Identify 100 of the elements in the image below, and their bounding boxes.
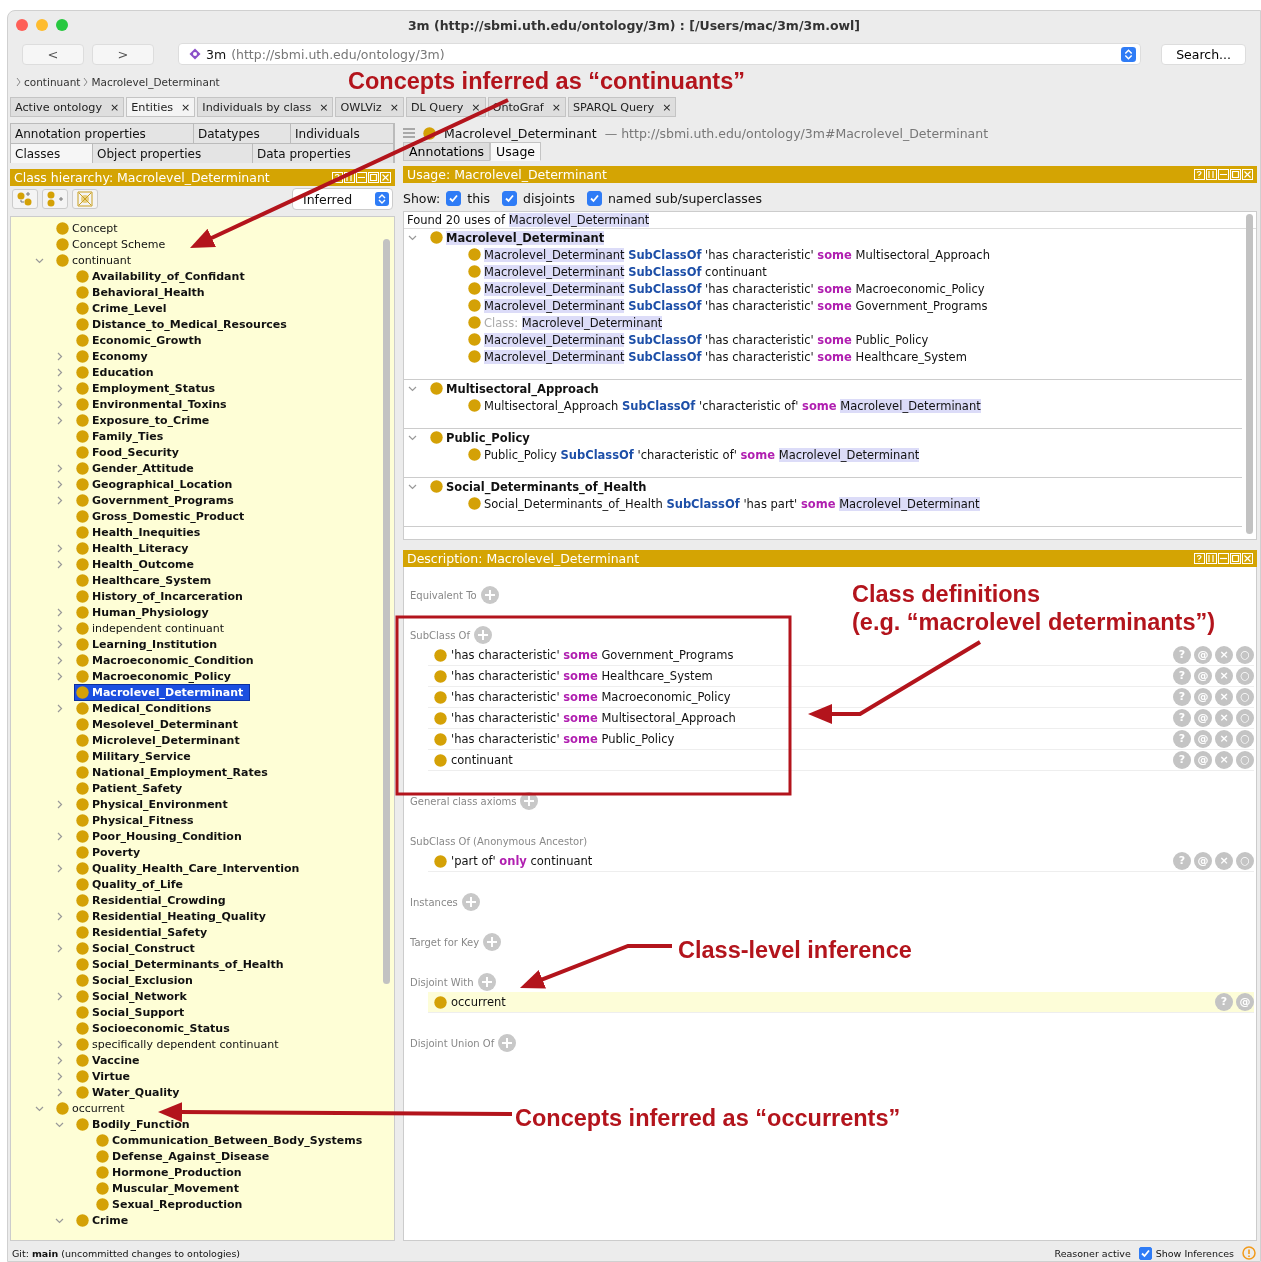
chevron-right-icon[interactable]: [55, 351, 64, 361]
scrollbar[interactable]: [1246, 214, 1253, 534]
chevron-down-icon[interactable]: [408, 233, 417, 242]
tree-item[interactable]: Health_Literacy: [75, 540, 190, 556]
add-subclass-button[interactable]: [12, 189, 38, 209]
tree-item[interactable]: Concept Scheme: [55, 236, 167, 252]
chevron-right-icon[interactable]: [55, 639, 64, 649]
tree-item[interactable]: National_Employment_Rates: [75, 764, 269, 780]
tree-item[interactable]: Distance_to_Medical_Resources: [75, 316, 288, 332]
tab[interactable]: DL Query ×: [405, 97, 486, 117]
tree-item[interactable]: Social_Support: [75, 1004, 186, 1020]
chevron-right-icon[interactable]: [55, 463, 64, 473]
ontology-address-field[interactable]: 3m (http://sbmi.uth.edu/ontology/3m): [178, 43, 1142, 65]
chevron-right-icon[interactable]: [55, 863, 64, 873]
close-icon[interactable]: [1242, 553, 1253, 564]
tree-item[interactable]: Social_Exclusion: [75, 972, 194, 988]
delete-class-button[interactable]: [72, 189, 98, 209]
tree-item[interactable]: Social_Determinants_of_Health: [75, 956, 285, 972]
tree-item[interactable]: Hormone_Production: [95, 1164, 243, 1180]
tree-item[interactable]: Residential_Heating_Quality: [75, 908, 268, 924]
tree-item[interactable]: Military_Service: [75, 748, 192, 764]
tree-item[interactable]: Medical_Conditions: [75, 700, 213, 716]
breadcrumb-item[interactable]: continuant: [24, 76, 81, 88]
chevron-right-icon[interactable]: [55, 655, 64, 665]
chevron-down-icon[interactable]: [408, 482, 417, 491]
tab[interactable]: Entities ×: [126, 97, 196, 117]
maximize-icon[interactable]: [368, 172, 379, 183]
scrollbar[interactable]: [383, 239, 390, 984]
chevron-right-icon[interactable]: [55, 559, 64, 569]
tree-item[interactable]: specifically dependent continuant: [75, 1036, 280, 1052]
tree-item[interactable]: Physical_Fitness: [75, 812, 195, 828]
tree-item[interactable]: Environmental_Toxins: [75, 396, 228, 412]
tree-item[interactable]: Geographical_Location: [75, 476, 234, 492]
chevron-right-icon[interactable]: [55, 703, 64, 713]
minimize-icon[interactable]: [1218, 553, 1229, 564]
tree-item[interactable]: Macroeconomic_Policy: [75, 668, 232, 684]
tree-item[interactable]: independent continuant: [75, 620, 226, 636]
tab[interactable]: OWLViz ×: [335, 97, 404, 117]
tree-item[interactable]: Water_Quality: [75, 1084, 181, 1100]
tree-item[interactable]: Behavioral_Health: [75, 284, 206, 300]
breadcrumb-item[interactable]: Macrolevel_Determinant: [91, 76, 220, 88]
tree-item[interactable]: Sexual_Reproduction: [95, 1196, 244, 1212]
search-button[interactable]: Search...: [1161, 43, 1246, 65]
tree-item[interactable]: Virtue: [75, 1068, 132, 1084]
close-button[interactable]: [16, 19, 28, 31]
menu-icon[interactable]: [403, 128, 415, 138]
tree-item[interactable]: Vaccine: [75, 1052, 141, 1068]
maximize-icon[interactable]: [1230, 553, 1241, 564]
tree-item[interactable]: Poverty: [75, 844, 142, 860]
chevron-right-icon[interactable]: [55, 991, 64, 1001]
tab[interactable]: Usage: [490, 142, 541, 161]
chevron-down-icon[interactable]: [408, 433, 417, 442]
chevron-right-icon[interactable]: [55, 543, 64, 553]
close-icon[interactable]: [380, 172, 391, 183]
tree-item[interactable]: Family_Ties: [75, 428, 165, 444]
tree-item[interactable]: Health_Inequities: [75, 524, 202, 540]
tab[interactable]: Active ontology ×: [10, 97, 125, 117]
tab[interactable]: Annotations: [403, 142, 491, 161]
tree-item[interactable]: Bodily_Function: [75, 1116, 191, 1132]
chevron-right-icon[interactable]: [55, 1087, 64, 1097]
add-icon[interactable]: [520, 792, 539, 810]
tree-item[interactable]: continuant: [55, 252, 133, 268]
tree-item[interactable]: Social_Construct: [75, 940, 196, 956]
tree-item[interactable]: Availability_of_Confidant: [75, 268, 246, 284]
checkbox[interactable]: [586, 190, 602, 206]
chevron-right-icon[interactable]: [55, 495, 64, 505]
chevron-right-icon[interactable]: [55, 831, 64, 841]
close-icon[interactable]: [1242, 169, 1253, 180]
checkbox[interactable]: [502, 190, 518, 206]
forward-button[interactable]: >: [92, 43, 154, 65]
tree-item[interactable]: Physical_Environment: [75, 796, 229, 812]
tree-item[interactable]: Microlevel_Determinant: [75, 732, 241, 748]
minimize-button[interactable]: [36, 19, 48, 31]
chevron-right-icon[interactable]: [55, 1071, 64, 1081]
tree-item[interactable]: Quality_Health_Care_Intervention: [75, 860, 301, 876]
tree-item[interactable]: Economy: [75, 348, 149, 364]
tree-item[interactable]: Poor_Housing_Condition: [75, 828, 243, 844]
chevron-right-icon[interactable]: [55, 1039, 64, 1049]
tree-item[interactable]: Residential_Crowding: [75, 892, 227, 908]
tree-item[interactable]: Government_Programs: [75, 492, 235, 508]
chevron-right-icon[interactable]: [55, 799, 64, 809]
minimize-icon[interactable]: [1218, 169, 1229, 180]
chevron-right-icon[interactable]: [55, 479, 64, 489]
tree-item[interactable]: Social_Network: [75, 988, 188, 1004]
tree-item[interactable]: occurrent: [55, 1100, 126, 1116]
mode-dropdown[interactable]: Inferred: [292, 188, 393, 210]
chevron-right-icon[interactable]: [55, 943, 64, 953]
tree-item[interactable]: Crime: [75, 1212, 130, 1228]
show-inferences-checkbox[interactable]: [1138, 1246, 1152, 1260]
chevron-right-icon[interactable]: [55, 383, 64, 393]
chevron-right-icon[interactable]: [55, 415, 64, 425]
chevron-down-icon[interactable]: [408, 384, 417, 393]
tree-item[interactable]: Muscular_Movement: [95, 1180, 240, 1196]
chevron-right-icon[interactable]: [55, 911, 64, 921]
tree-item[interactable]: Gross_Domestic_Product: [75, 508, 246, 524]
checkbox[interactable]: [446, 190, 462, 206]
chevron-right-icon[interactable]: [55, 671, 64, 681]
tree-item[interactable]: Macroeconomic_Condition: [75, 652, 255, 668]
tree-item[interactable]: Crime_Level: [75, 300, 168, 316]
chevron-right-icon[interactable]: [55, 607, 64, 617]
